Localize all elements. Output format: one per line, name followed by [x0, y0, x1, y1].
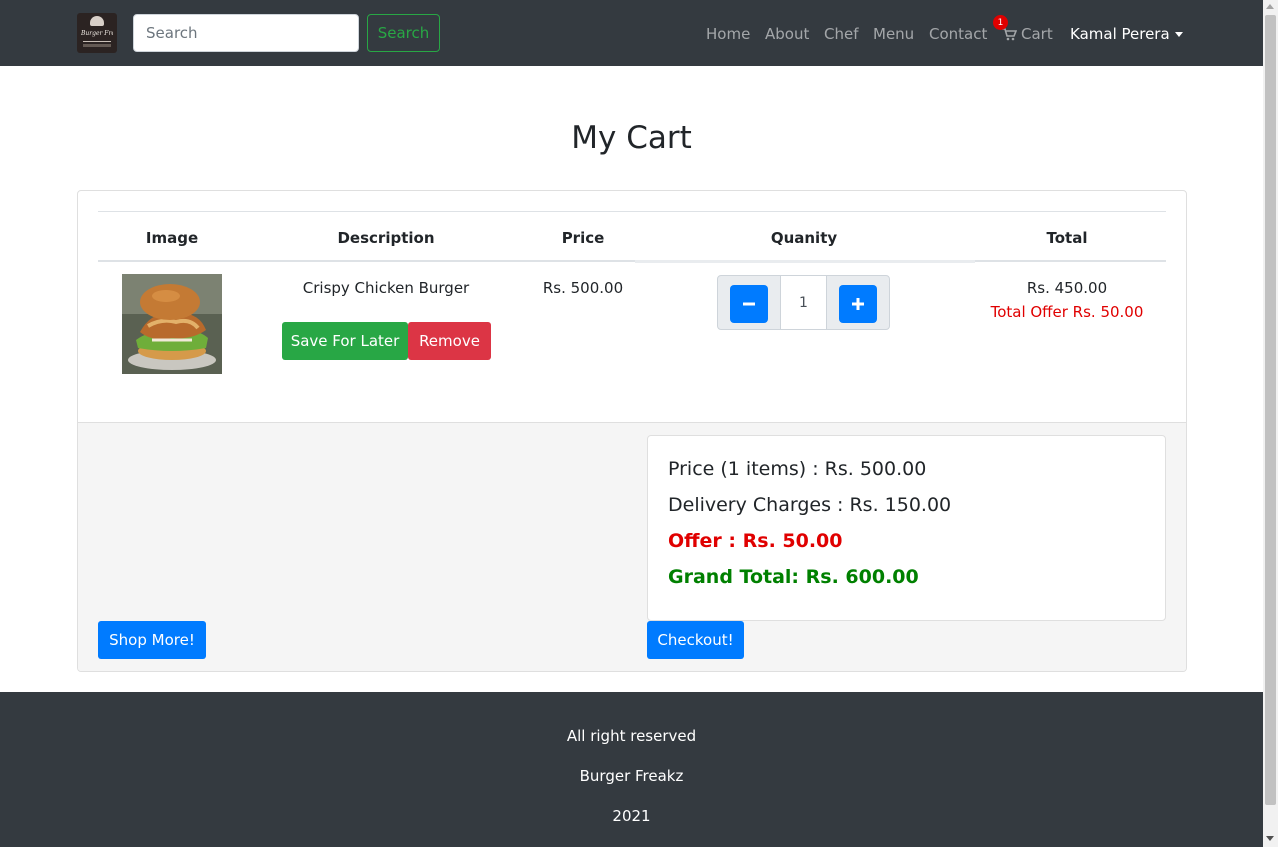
header-total: Total — [1046, 229, 1088, 247]
header-quantity: Quanity — [770, 229, 838, 247]
quantity-stepper — [717, 275, 891, 331]
search-input[interactable] — [133, 14, 359, 52]
scrollbar-thumb[interactable] — [1265, 15, 1276, 805]
logo-text: Burger Freakz — [81, 30, 113, 37]
footer-brand: Burger Freakz — [579, 767, 684, 785]
cart-card: Image Description Price Quanity Total Cr… — [77, 190, 1187, 672]
summary-delivery: Delivery Charges : Rs. 150.00 — [668, 494, 952, 516]
vertical-scrollbar[interactable] — [1263, 0, 1278, 847]
nav-link-chef[interactable]: Chef — [824, 24, 859, 44]
item-total: Rs. 450.00 — [1026, 279, 1108, 297]
user-name: Kamal Perera — [1070, 25, 1170, 43]
remove-item-button[interactable]: Remove — [408, 322, 491, 360]
shopping-cart-icon — [1002, 27, 1017, 40]
site-footer: All right reserved Burger Freakz 2021 — [0, 692, 1263, 847]
cart-label: Cart — [1021, 25, 1053, 43]
product-image — [122, 274, 222, 374]
summary-grand-total: Grand Total: Rs. 600.00 — [668, 566, 919, 588]
cart-count-badge: 1 — [993, 15, 1008, 30]
decrease-quantity-button[interactable] — [730, 285, 768, 323]
footer-rights: All right reserved — [566, 727, 697, 745]
top-navbar: Burger Freakz Search Home About Chef Men… — [0, 0, 1263, 66]
minus-icon — [743, 302, 755, 306]
user-dropdown[interactable]: Kamal Perera — [1070, 24, 1183, 44]
header-description: Description — [337, 229, 435, 247]
nav-link-cart[interactable]: Cart — [1002, 24, 1053, 44]
scroll-up-arrow-icon[interactable] — [1266, 4, 1274, 9]
footer-year: 2021 — [612, 807, 651, 825]
brand-logo[interactable]: Burger Freakz — [77, 13, 117, 53]
nav-link-contact[interactable]: Contact — [929, 24, 987, 44]
quantity-input[interactable] — [780, 275, 827, 330]
checkout-button[interactable]: Checkout! — [647, 621, 744, 659]
increase-quantity-button[interactable] — [839, 285, 877, 323]
search-button[interactable]: Search — [367, 14, 440, 52]
header-price: Price — [561, 229, 605, 247]
save-for-later-button[interactable]: Save For Later — [282, 322, 408, 360]
order-summary-box: Price (1 items) : Rs. 500.00 Delivery Ch… — [647, 435, 1166, 621]
item-price: Rs. 500.00 — [542, 279, 624, 297]
scroll-down-arrow-icon[interactable] — [1266, 836, 1274, 841]
page-title: My Cart — [571, 120, 692, 156]
nav-link-home[interactable]: Home — [706, 24, 750, 44]
header-image: Image — [145, 229, 199, 247]
caret-down-icon — [1174, 31, 1183, 37]
nav-link-about[interactable]: About — [765, 24, 809, 44]
summary-price: Price (1 items) : Rs. 500.00 — [668, 458, 927, 480]
shop-more-button[interactable]: Shop More! — [98, 621, 206, 659]
plus-icon — [852, 298, 864, 310]
item-offer: Total Offer Rs. 50.00 — [990, 303, 1144, 321]
item-description: Crispy Chicken Burger — [302, 279, 470, 297]
nav-link-menu[interactable]: Menu — [873, 24, 914, 44]
summary-offer: Offer : Rs. 50.00 — [668, 530, 843, 552]
burger-logo-icon — [90, 16, 104, 26]
